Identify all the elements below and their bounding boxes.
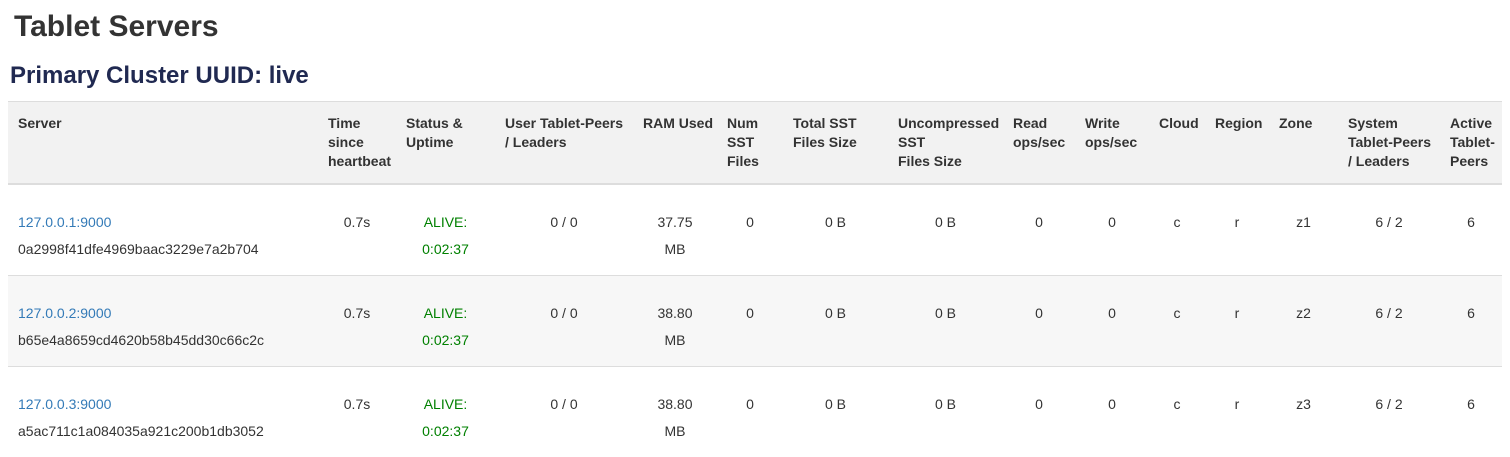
column-header-region: Region (1205, 102, 1269, 185)
table-row: 127.0.0.2:9000 b65e4a8659cd4620b58b45dd30… (8, 276, 1502, 367)
server-uuid: b65e4a8659cd4620b58b45dd30c66c2c (18, 327, 305, 354)
server-address-link[interactable]: 127.0.0.1:9000 (18, 214, 111, 230)
cell-active-tablet-peers: 6 (1440, 276, 1502, 367)
cell-cloud: c (1149, 367, 1205, 457)
cell-region: r (1205, 184, 1269, 276)
table-row: 127.0.0.1:9000 0a2998f41dfe4969baac3229e7… (8, 184, 1502, 276)
cell-user-tablet-peers-leaders: 0 / 0 (495, 276, 633, 367)
primary-cluster-uuid-heading: Primary Cluster UUID: live (10, 62, 1502, 90)
cell-time-since-heartbeat: 0.7s (318, 367, 396, 457)
cell-read-ops-sec: 0 (1003, 276, 1075, 367)
column-header-system-tablet-peers-leaders: System Tablet-Peers / Leaders (1338, 102, 1440, 185)
cell-region: r (1205, 367, 1269, 457)
cell-zone: z2 (1269, 276, 1338, 367)
cell-server: 127.0.0.1:9000 0a2998f41dfe4969baac3229e7… (8, 184, 318, 276)
cell-read-ops-sec: 0 (1003, 184, 1075, 276)
column-header-uncompressed-sst-files-size: Uncompressed SST Files Size (888, 102, 1003, 185)
column-header-active-tablet-peers: Active Tablet-Peers (1440, 102, 1502, 185)
cell-user-tablet-peers-leaders: 0 / 0 (495, 367, 633, 457)
cell-total-sst-files-size: 0 B (783, 276, 888, 367)
server-address-link[interactable]: 127.0.0.3:9000 (18, 396, 111, 412)
cell-status-uptime: ALIVE: 0:02:37 (396, 184, 495, 276)
column-header-cloud: Cloud (1149, 102, 1205, 185)
cell-num-sst-files: 0 (717, 367, 783, 457)
cell-num-sst-files: 0 (717, 184, 783, 276)
column-header-zone: Zone (1269, 102, 1338, 185)
table-row: 127.0.0.3:9000 a5ac711c1a084035a921c200b1… (8, 367, 1502, 457)
server-uuid: 0a2998f41dfe4969baac3229e7a2b704 (18, 236, 305, 263)
cell-ram-used: 38.80 MB (633, 367, 717, 457)
server-address-link[interactable]: 127.0.0.2:9000 (18, 305, 111, 321)
column-header-write-ops-sec: Write ops/sec (1075, 102, 1149, 185)
column-header-ram-used: RAM Used (633, 102, 717, 185)
cell-status-uptime: ALIVE: 0:02:37 (396, 367, 495, 457)
table-header-row: ServerTime since heartbeatStatus & Uptim… (8, 102, 1502, 185)
tablet-servers-table: ServerTime since heartbeatStatus & Uptim… (8, 101, 1502, 457)
tablet-servers-page: Tablet Servers Primary Cluster UUID: liv… (0, 0, 1510, 457)
column-header-num-sst-files: Num SST Files (717, 102, 783, 185)
cell-region: r (1205, 276, 1269, 367)
cell-system-tablet-peers-leaders: 6 / 2 (1338, 367, 1440, 457)
cell-system-tablet-peers-leaders: 6 / 2 (1338, 184, 1440, 276)
column-header-total-sst-files-size: Total SST Files Size (783, 102, 888, 185)
cell-total-sst-files-size: 0 B (783, 367, 888, 457)
column-header-time-since-heartbeat: Time since heartbeat (318, 102, 396, 185)
column-header-server: Server (8, 102, 318, 185)
cell-write-ops-sec: 0 (1075, 276, 1149, 367)
cell-ram-used: 37.75 MB (633, 184, 717, 276)
cell-user-tablet-peers-leaders: 0 / 0 (495, 184, 633, 276)
cell-read-ops-sec: 0 (1003, 367, 1075, 457)
cell-cloud: c (1149, 184, 1205, 276)
cell-uncompressed-sst-files-size: 0 B (888, 184, 1003, 276)
cell-total-sst-files-size: 0 B (783, 184, 888, 276)
cell-system-tablet-peers-leaders: 6 / 2 (1338, 276, 1440, 367)
cell-cloud: c (1149, 276, 1205, 367)
cell-active-tablet-peers: 6 (1440, 184, 1502, 276)
cell-uncompressed-sst-files-size: 0 B (888, 276, 1003, 367)
server-uuid: a5ac711c1a084035a921c200b1db3052 (18, 418, 305, 445)
cell-zone: z1 (1269, 184, 1338, 276)
cell-time-since-heartbeat: 0.7s (318, 276, 396, 367)
cell-time-since-heartbeat: 0.7s (318, 184, 396, 276)
page-title: Tablet Servers (14, 10, 1502, 44)
column-header-read-ops-sec: Read ops/sec (1003, 102, 1075, 185)
cell-uncompressed-sst-files-size: 0 B (888, 367, 1003, 457)
cell-server: 127.0.0.2:9000 b65e4a8659cd4620b58b45dd30… (8, 276, 318, 367)
column-header-status-uptime: Status & Uptime (396, 102, 495, 185)
cell-status-uptime: ALIVE: 0:02:37 (396, 276, 495, 367)
cell-server: 127.0.0.3:9000 a5ac711c1a084035a921c200b1… (8, 367, 318, 457)
cell-write-ops-sec: 0 (1075, 367, 1149, 457)
cell-active-tablet-peers: 6 (1440, 367, 1502, 457)
column-header-user-tablet-peers-leaders: User Tablet-Peers / Leaders (495, 102, 633, 185)
cell-ram-used: 38.80 MB (633, 276, 717, 367)
cell-num-sst-files: 0 (717, 276, 783, 367)
cell-zone: z3 (1269, 367, 1338, 457)
cell-write-ops-sec: 0 (1075, 184, 1149, 276)
